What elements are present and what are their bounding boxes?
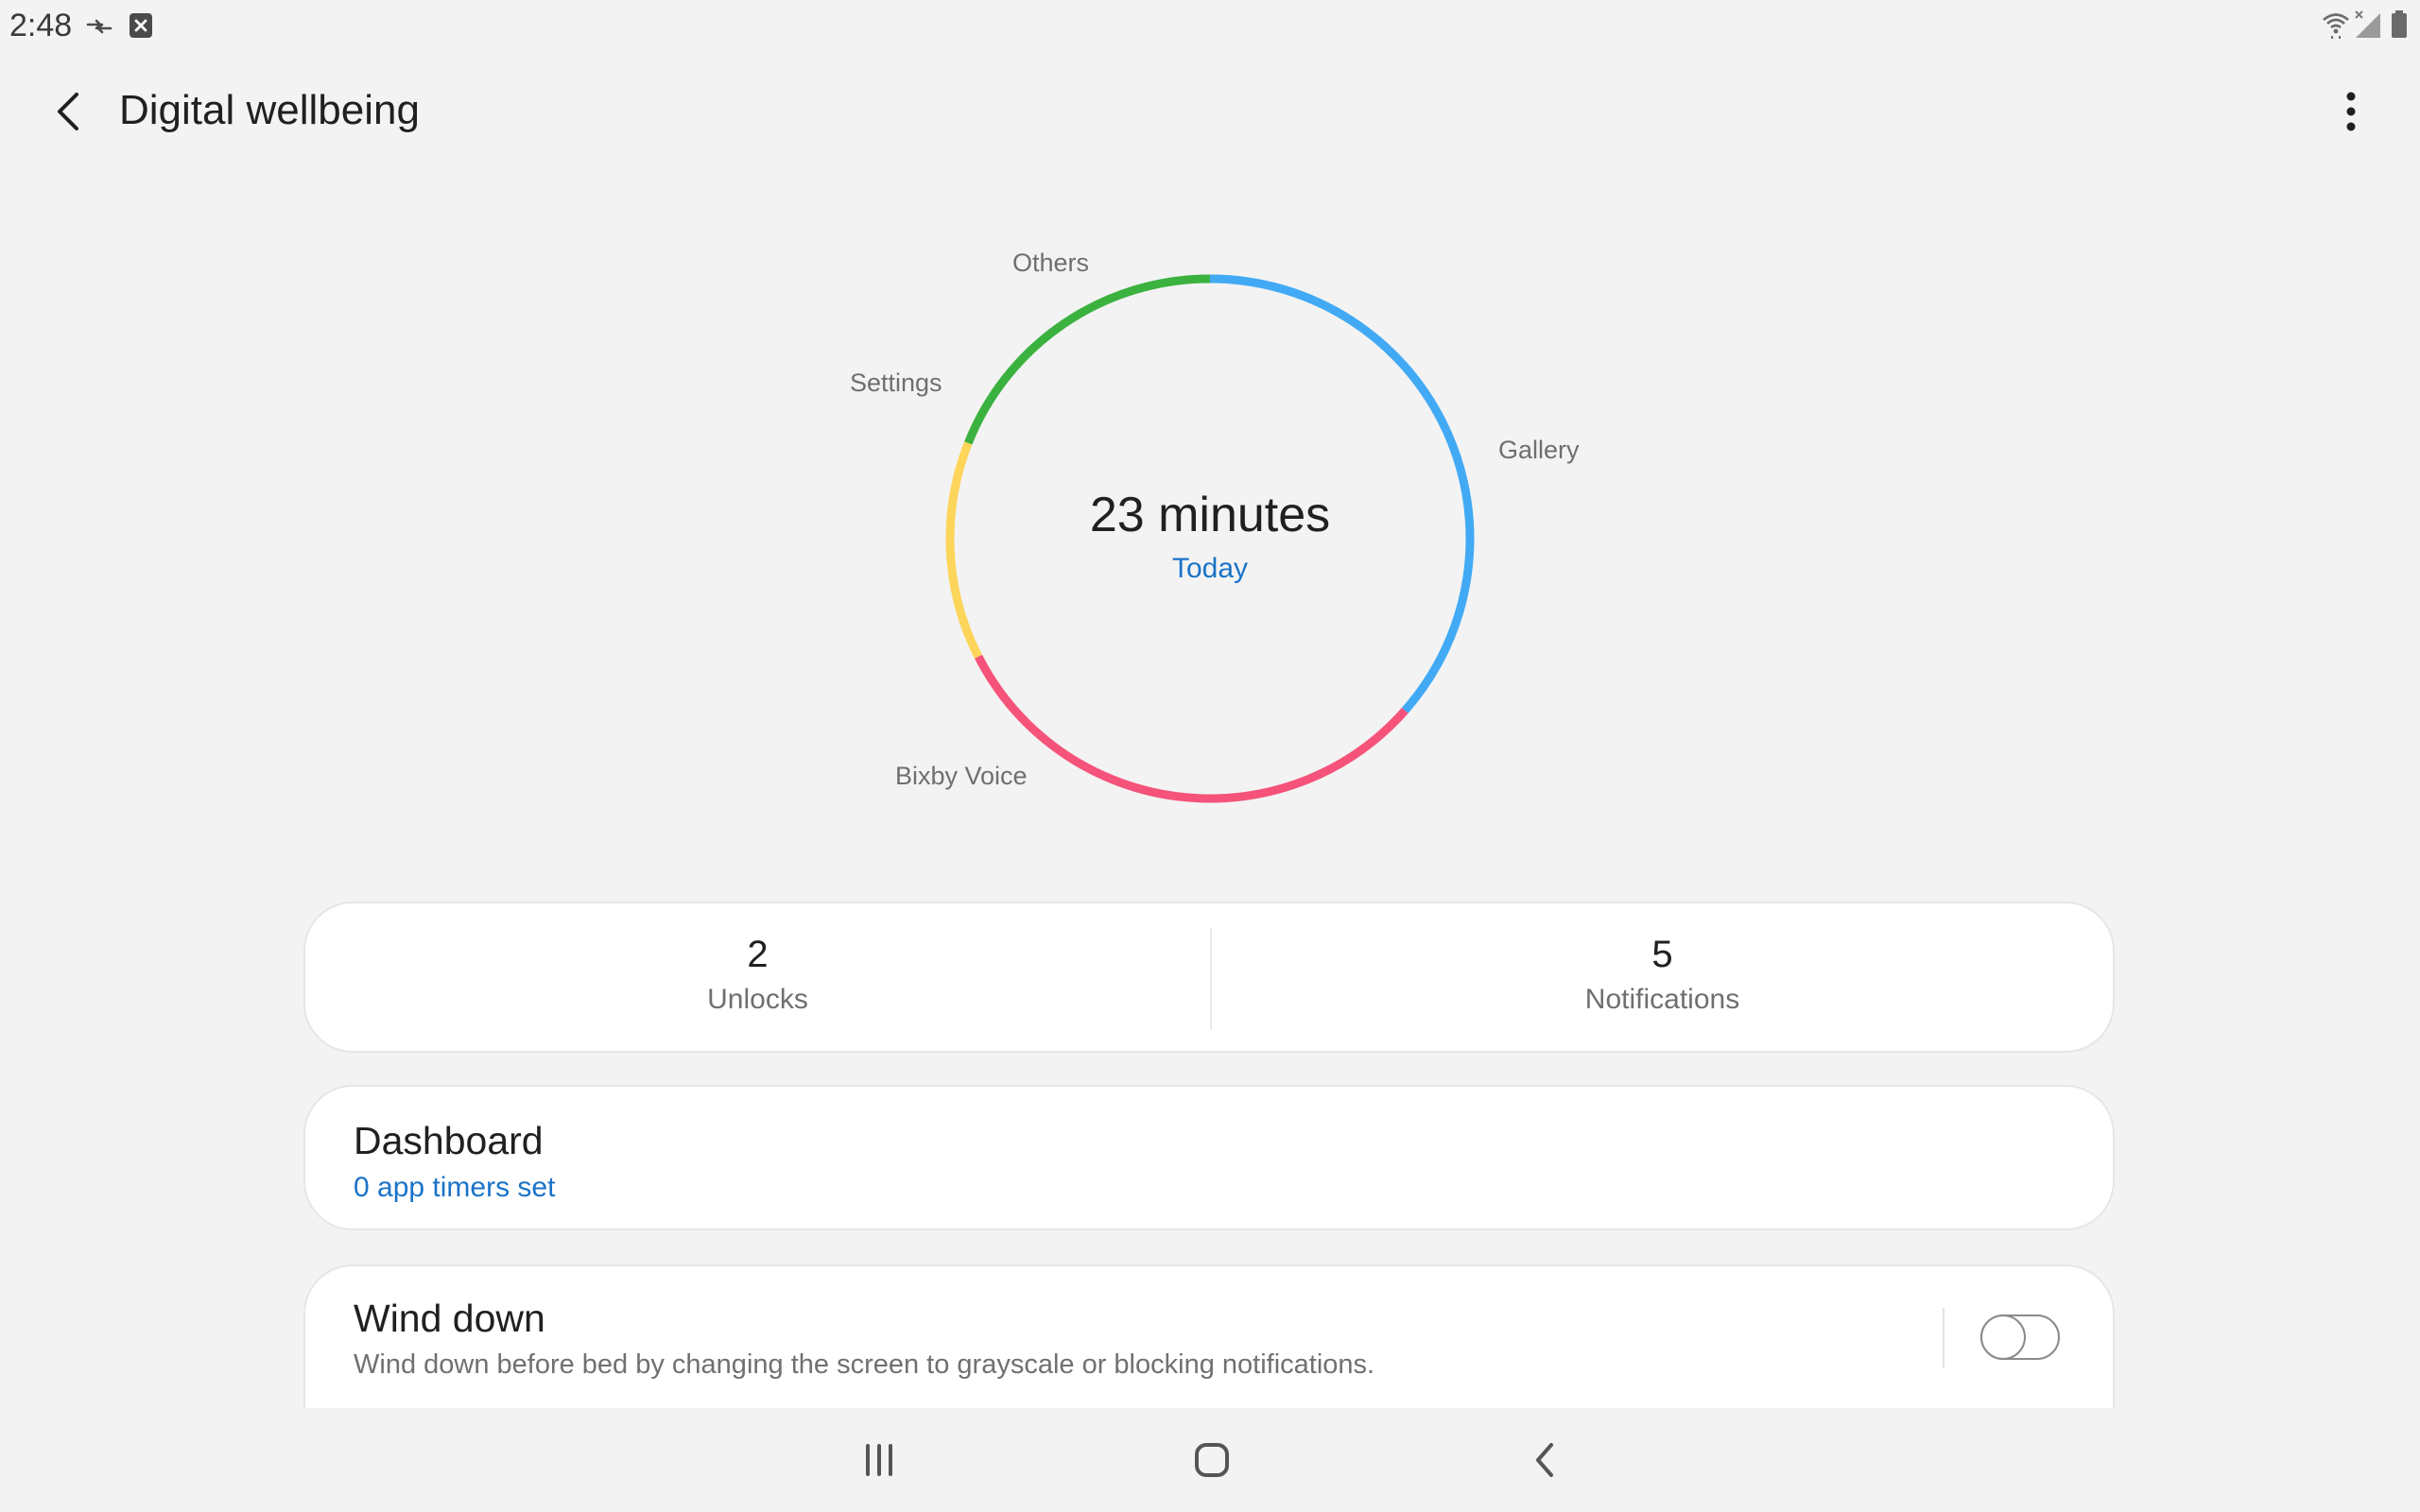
- slice-label-gallery[interactable]: Gallery: [1498, 436, 1580, 465]
- back-arrow-icon: [58, 93, 78, 130]
- battery-icon: [2390, 9, 2409, 40]
- back-icon: [1536, 1443, 1553, 1477]
- recent-apps-icon: [866, 1444, 892, 1476]
- unlocks-value: 2: [747, 933, 769, 975]
- recent-apps-button[interactable]: [841, 1427, 917, 1493]
- slice-label-settings[interactable]: Settings: [850, 369, 942, 398]
- wifi-icon: [2321, 9, 2351, 40]
- navigation-bar: [0, 1408, 2420, 1512]
- stats-card: 2 Unlocks 5 Notifications: [303, 902, 2115, 1053]
- notifications-label: Notifications: [1584, 983, 1740, 1015]
- total-usage-time: 23 minutes: [1089, 488, 1331, 542]
- more-options-button[interactable]: [2327, 85, 2375, 138]
- period-selector[interactable]: Today: [945, 553, 1475, 585]
- home-button[interactable]: [1174, 1427, 1250, 1493]
- wind-down-toggle[interactable]: [1980, 1314, 2060, 1360]
- blocked-notification-icon: [129, 11, 153, 40]
- more-options-icon: [2346, 92, 2356, 131]
- notifications-stat[interactable]: 5 Notifications: [1212, 903, 2113, 1051]
- dashboard-subtitle: 0 app timers set: [354, 1172, 556, 1203]
- dashboard-title: Dashboard: [354, 1119, 544, 1162]
- home-icon: [1195, 1443, 1229, 1477]
- dashboard-card[interactable]: Dashboard 0 app timers set: [303, 1085, 2115, 1230]
- toggle-divider: [1943, 1308, 1945, 1368]
- wind-down-description: Wind down before bed by changing the scr…: [354, 1349, 1375, 1380]
- donut-slice-settings[interactable]: [945, 441, 982, 659]
- slice-label-bixby-voice[interactable]: Bixby Voice: [895, 762, 1028, 791]
- toggle-knob: [1980, 1314, 2026, 1360]
- data-sync-icon: [85, 13, 113, 40]
- notifications-value: 5: [1651, 933, 1673, 975]
- unlocks-label: Unlocks: [707, 983, 808, 1015]
- nav-back-button[interactable]: [1507, 1427, 1582, 1493]
- unlocks-stat[interactable]: 2 Unlocks: [305, 903, 1210, 1051]
- no-signal-icon: [2354, 9, 2382, 40]
- slice-label-others[interactable]: Others: [1012, 249, 1089, 278]
- wind-down-title: Wind down: [354, 1297, 545, 1340]
- page-title: Digital wellbeing: [119, 87, 420, 133]
- status-time: 2:48: [9, 8, 73, 43]
- donut-slice-bixby-voice[interactable]: [974, 654, 1409, 803]
- back-button[interactable]: [40, 83, 96, 140]
- donut-slice-others[interactable]: [964, 274, 1211, 445]
